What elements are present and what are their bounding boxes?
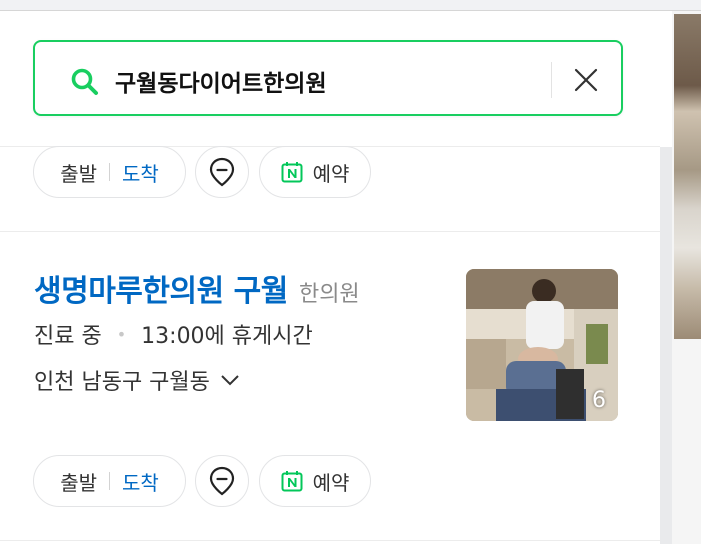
place-photo-thumbnail[interactable]: 6 [466, 269, 618, 421]
business-status: 진료 중 • 13:00에 휴게시간 [34, 318, 313, 350]
route-divider [109, 163, 110, 181]
arrive-button[interactable]: 도착 [122, 467, 159, 496]
start-button[interactable]: 출발 [60, 158, 97, 187]
map-photo-preview[interactable] [674, 14, 701, 339]
separator-dot: • [116, 325, 127, 344]
route-button[interactable]: 출발 도착 [33, 455, 186, 507]
break-time-note: 13:00에 휴게시간 [141, 324, 313, 349]
browser-top-edge [0, 0, 701, 11]
naver-booking-icon [281, 471, 303, 492]
place-name-link[interactable]: 생명마루한의원 구월 [34, 274, 288, 309]
search-box[interactable] [33, 40, 623, 116]
booking-button[interactable]: 예약 [259, 455, 371, 507]
divider [0, 231, 660, 232]
route-button[interactable]: 출발 도착 [33, 146, 186, 198]
booking-label: 예약 [312, 161, 350, 186]
photo-count: 6 [592, 388, 606, 413]
arrive-button[interactable]: 도착 [122, 158, 159, 187]
divider [0, 540, 660, 541]
booking-label: 예약 [312, 470, 350, 495]
save-place-button[interactable] [195, 455, 249, 507]
search-divider [551, 62, 552, 98]
search-icon[interactable] [69, 66, 101, 98]
map-pin-icon [209, 466, 235, 496]
route-divider [109, 472, 110, 490]
booking-button[interactable]: 예약 [259, 146, 371, 198]
address-toggle[interactable]: 인천 남동구 구월동 [34, 364, 240, 396]
naver-booking-icon [281, 162, 303, 183]
save-place-button[interactable] [195, 146, 249, 198]
close-icon[interactable] [570, 64, 602, 96]
place-category: 한의원 [298, 282, 360, 307]
scrollbar[interactable] [660, 147, 672, 544]
open-status: 진료 중 [34, 324, 102, 349]
map-pin-icon [209, 157, 235, 187]
search-input[interactable] [113, 62, 547, 100]
address-text: 인천 남동구 구월동 [34, 370, 210, 395]
result-title: 생명마루한의원 구월 한의원 [34, 266, 360, 310]
chevron-down-icon [221, 375, 239, 386]
start-button[interactable]: 출발 [60, 467, 97, 496]
